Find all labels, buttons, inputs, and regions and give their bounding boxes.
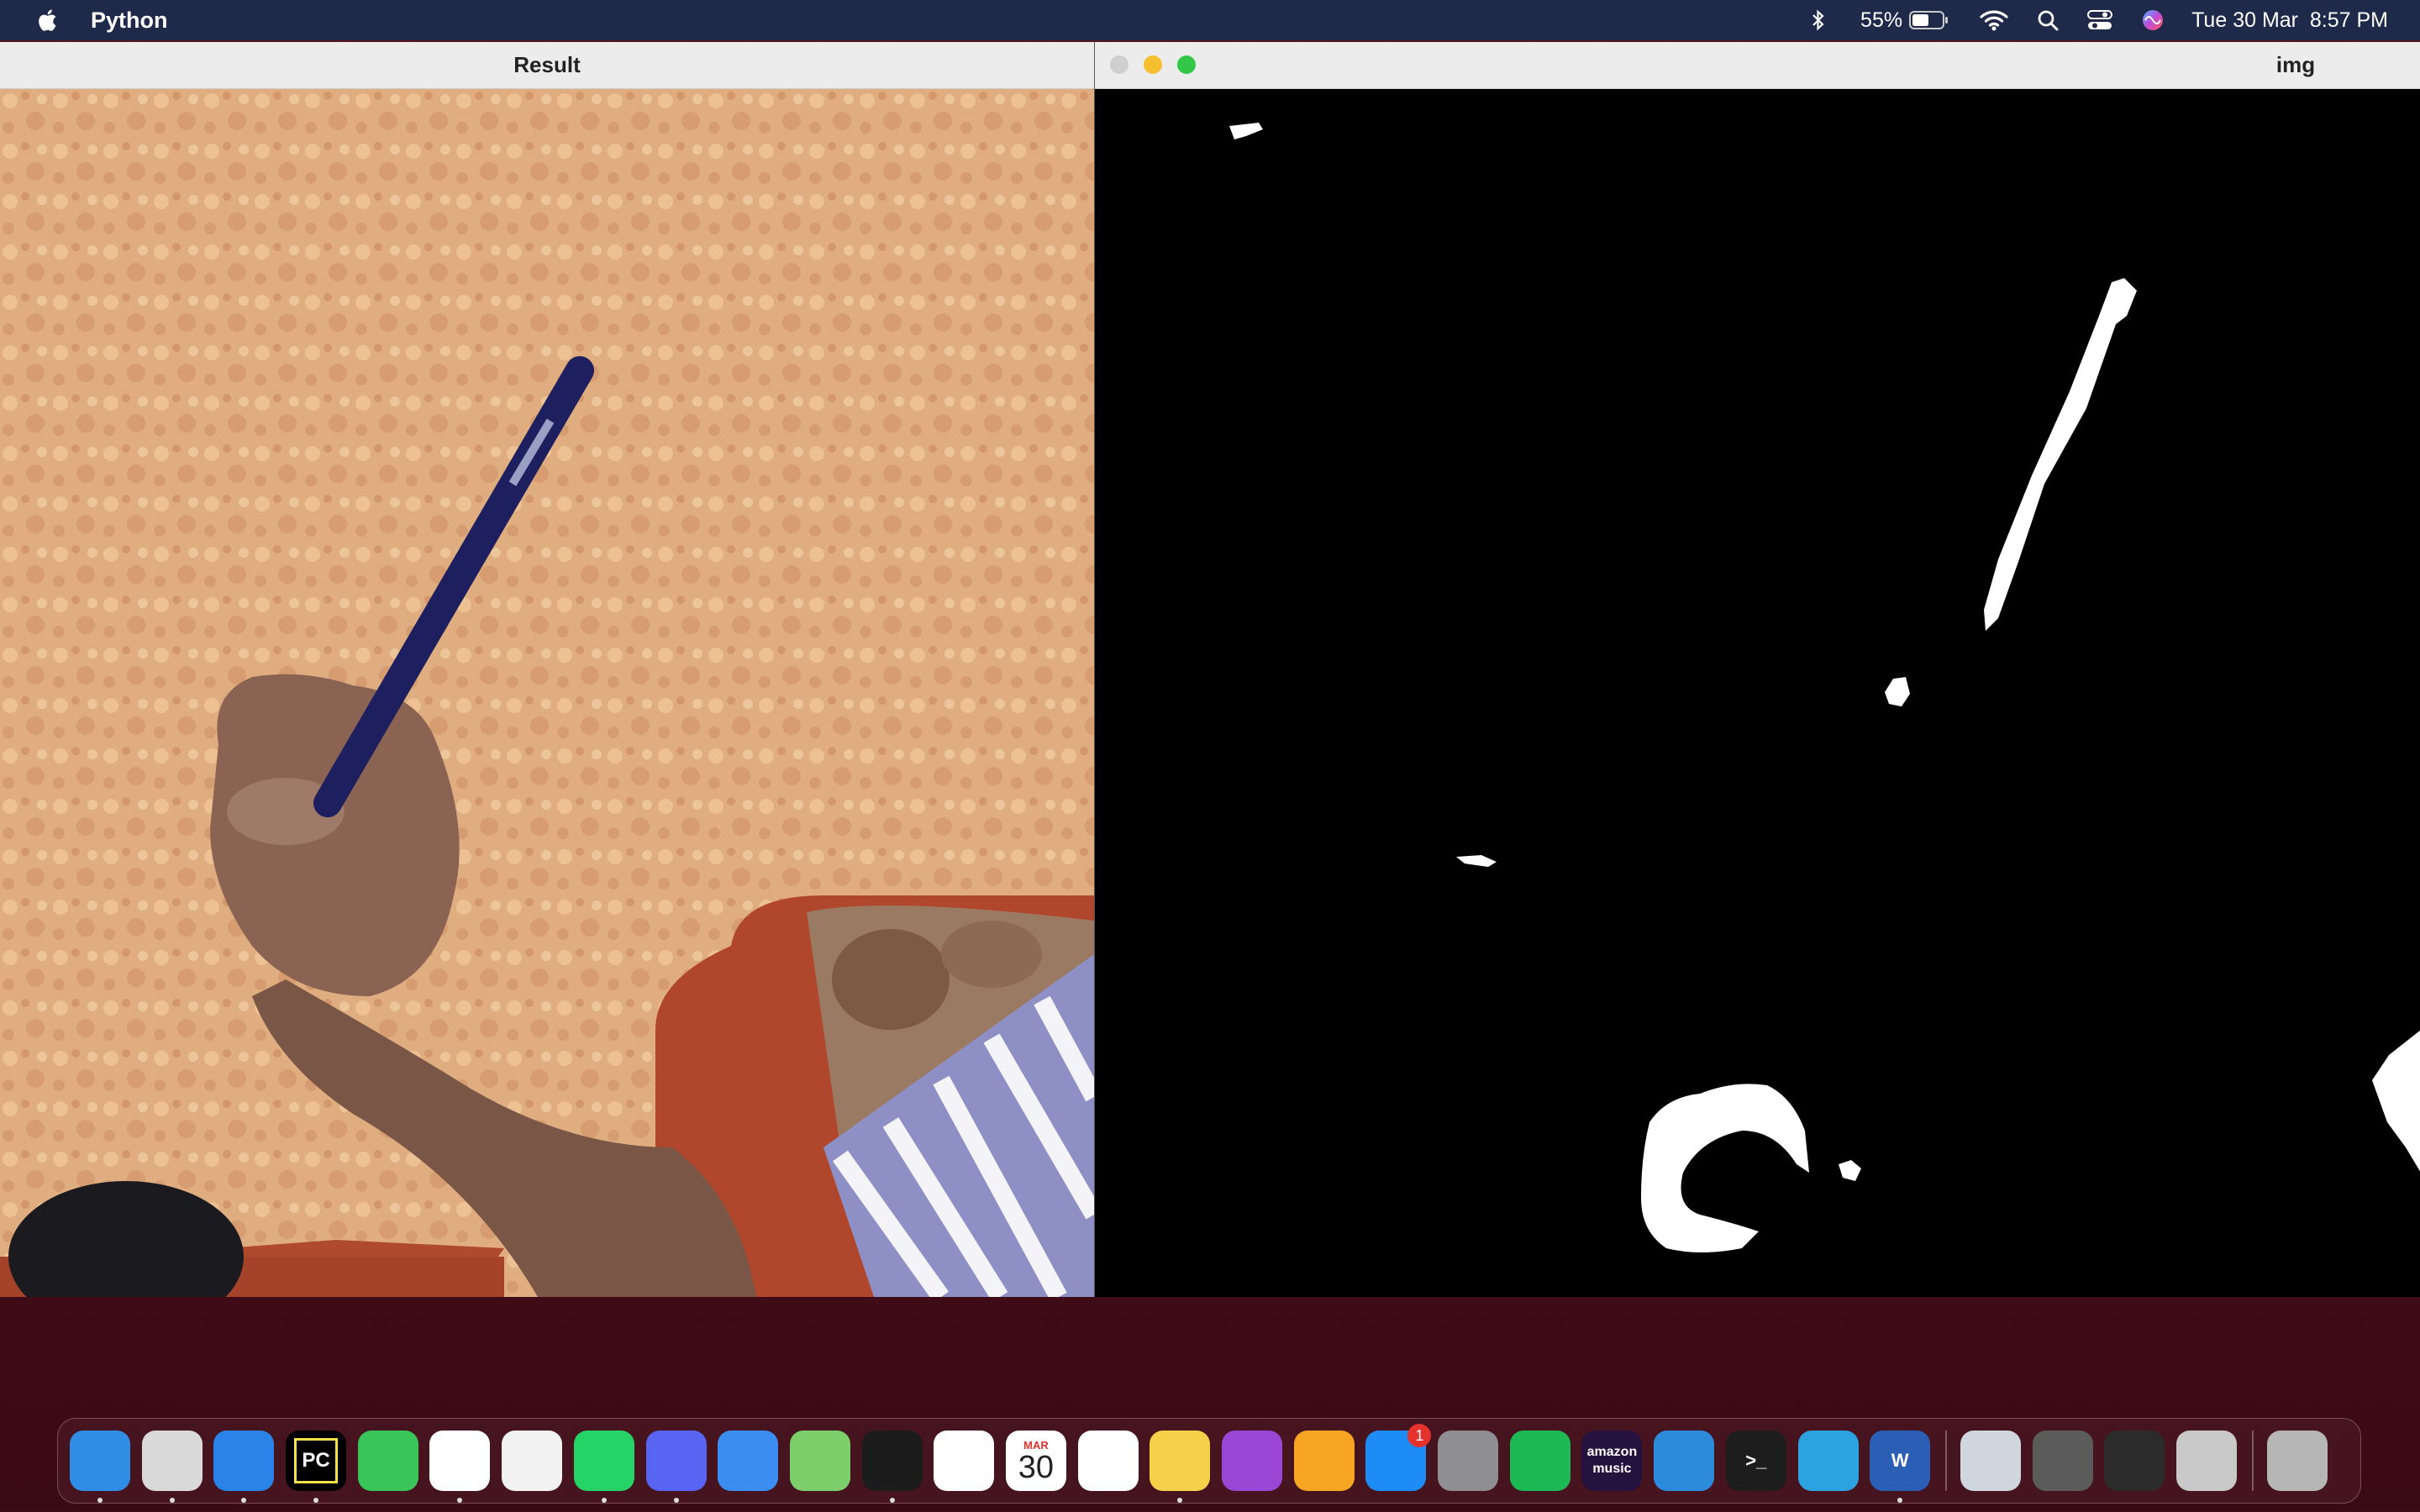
dock-xcode-instruments-icon[interactable] <box>502 1431 563 1491</box>
menu-clock[interactable]: Tue 30 Mar 8:57 PM <box>2191 0 2388 40</box>
dock-app-store-icon[interactable]: 1 <box>1365 1424 1432 1491</box>
running-indicator <box>889 1498 895 1503</box>
dock-word-icon[interactable]: W <box>1870 1431 1931 1503</box>
wifi-icon[interactable] <box>1980 0 2008 40</box>
apple-menu-icon[interactable] <box>37 8 57 33</box>
dock-launchpad-icon[interactable] <box>141 1431 203 1503</box>
img-window: img <box>1094 42 2420 1297</box>
dock-notes-icon[interactable] <box>1150 1431 1211 1503</box>
running-indicator <box>601 1498 607 1503</box>
dock-word-label: W <box>1891 1450 1909 1471</box>
result-camera-image <box>0 89 1094 1297</box>
dock-telegram-icon[interactable] <box>1797 1431 1859 1491</box>
dock-chrome-icon[interactable] <box>429 1431 491 1503</box>
battery-icon[interactable] <box>1909 0 1949 40</box>
binary-mask-image <box>1095 89 2420 1297</box>
dock-vscode-icon[interactable] <box>1654 1431 1715 1491</box>
dock-reminders-icon[interactable] <box>1077 1431 1139 1491</box>
dock-messages-icon[interactable] <box>357 1431 418 1491</box>
result-window: Result <box>0 42 1094 1297</box>
dock-discord-icon[interactable] <box>645 1431 707 1503</box>
dock-pycharm-label: PC <box>294 1438 338 1483</box>
active-app-name[interactable]: Python <box>91 8 168 34</box>
running-indicator <box>673 1498 679 1503</box>
dock-calculator-icon[interactable] <box>2032 1431 2093 1491</box>
dock-pages-icon[interactable] <box>1293 1431 1355 1491</box>
dock-calendar-icon[interactable]: MAR 30 <box>1005 1431 1066 1491</box>
dock-amazon-music-icon[interactable]: amazon music <box>1581 1431 1643 1491</box>
running-indicator <box>313 1498 319 1503</box>
dock-finder-icon[interactable] <box>70 1431 130 1503</box>
img-window-title: img <box>2275 52 2316 77</box>
dock-separator <box>1944 1431 1947 1491</box>
running-indicator <box>97 1498 103 1503</box>
dock-safari-icon[interactable] <box>213 1431 275 1503</box>
camera-frame-photo <box>0 89 1094 1297</box>
dock-podcasts-icon[interactable] <box>1222 1431 1282 1491</box>
dock-photos-icon[interactable] <box>934 1431 995 1491</box>
dock-activity-monitor-icon[interactable] <box>861 1431 923 1503</box>
result-window-titlebar[interactable]: Result <box>0 42 1094 89</box>
dock-system-preferences-icon[interactable] <box>1438 1431 1499 1491</box>
dock-preview-icon[interactable] <box>1960 1431 2021 1491</box>
running-indicator <box>1177 1498 1183 1503</box>
dock-python-launcher-icon[interactable] <box>2175 1431 2237 1491</box>
dock-mail-icon[interactable] <box>718 1431 779 1491</box>
img-mask-image <box>1095 89 2420 1297</box>
calendar-day: 30 <box>1018 1449 1055 1485</box>
img-window-titlebar[interactable]: img <box>1095 42 2420 89</box>
spotlight-search-icon[interactable] <box>2037 0 2059 40</box>
control-center-icon[interactable] <box>2087 0 2113 40</box>
dock-spotify-icon[interactable] <box>1509 1431 1570 1491</box>
notification-badge: 1 <box>1407 1424 1432 1447</box>
menu-bar: Python 55% Tue 30 Mar 8:57 PM <box>0 0 2420 40</box>
running-indicator <box>169 1498 175 1503</box>
battery-percent[interactable]: 55% <box>1860 0 1902 40</box>
dock-separator <box>2251 1431 2254 1491</box>
dock-quicktime-icon[interactable] <box>2104 1431 2165 1491</box>
dock-trash-icon[interactable] <box>2266 1431 2328 1491</box>
running-indicator <box>457 1498 463 1503</box>
dock-whatsapp-icon[interactable] <box>573 1431 634 1503</box>
siri-icon[interactable] <box>2141 0 2165 40</box>
dock-maps-icon[interactable] <box>789 1431 850 1491</box>
running-indicator <box>1897 1498 1903 1503</box>
dock: PC MAR 30 1 amazon music >_ W <box>57 1418 2361 1504</box>
dock-terminal-label: >_ <box>1745 1450 1767 1471</box>
dock-terminal-icon[interactable]: >_ <box>1725 1431 1786 1491</box>
dock-amazon-music-label: amazon music <box>1586 1445 1638 1476</box>
dock-pycharm-icon[interactable]: PC <box>286 1431 347 1503</box>
bluetooth-icon[interactable] <box>1802 0 1835 40</box>
result-window-title: Result <box>513 52 581 77</box>
running-indicator <box>241 1498 247 1503</box>
